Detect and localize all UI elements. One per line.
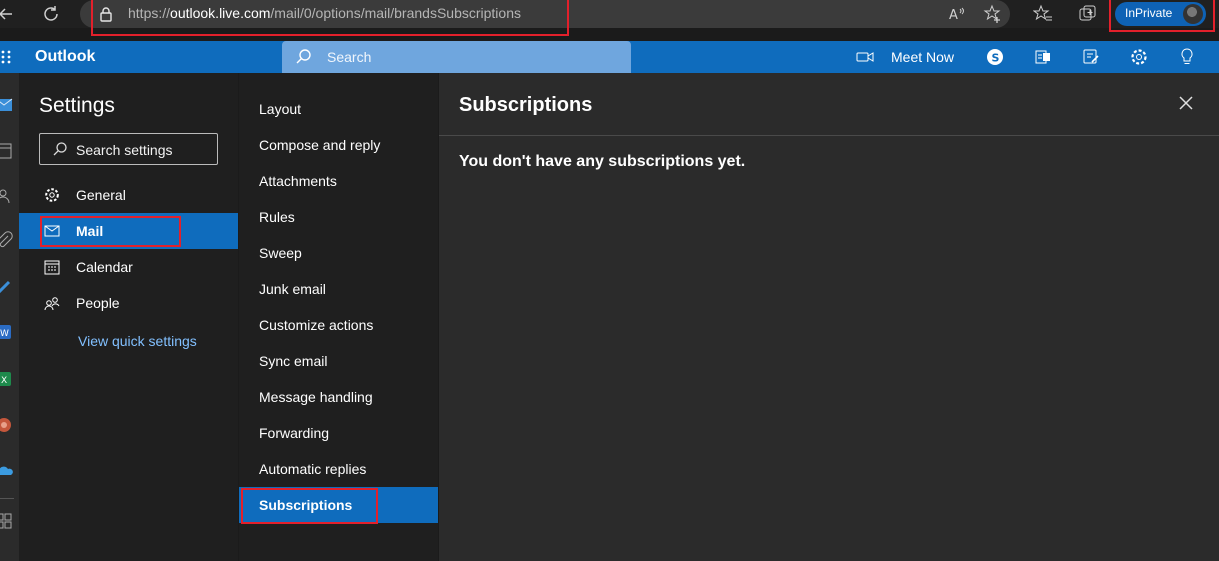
gear-icon[interactable]: [1129, 47, 1149, 67]
read-aloud-icon[interactable]: A: [946, 3, 968, 25]
settings-search-placeholder: Search settings: [76, 142, 173, 158]
subnav-customize-actions[interactable]: Customize actions: [239, 307, 438, 343]
search-input[interactable]: Search: [282, 41, 631, 73]
svg-text:W: W: [0, 329, 9, 339]
onedrive-app-icon[interactable]: [0, 460, 16, 482]
browser-toolbar: https://outlook.live.com/mail/0/options/…: [0, 0, 1219, 36]
subnav-forwarding[interactable]: Forwarding: [239, 415, 438, 451]
waffle-icon[interactable]: [0, 49, 14, 65]
subnav-label: Customize actions: [259, 317, 374, 333]
subnav-label: Automatic replies: [259, 461, 367, 477]
empty-state-message: You don't have any subscriptions yet.: [459, 153, 746, 170]
subnav-rules[interactable]: Rules: [239, 199, 438, 235]
lightbulb-icon[interactable]: [1177, 47, 1197, 67]
favorites-icon[interactable]: [1032, 3, 1054, 25]
search-icon: [52, 141, 68, 162]
nav-label: General: [76, 187, 126, 203]
subnav-label: Junk email: [259, 281, 326, 297]
subnav-label: Attachments: [259, 173, 337, 189]
video-icon[interactable]: [855, 47, 875, 67]
office-icon[interactable]: [1033, 47, 1053, 67]
back-icon[interactable]: [0, 2, 18, 26]
people-icon: [44, 295, 60, 311]
svg-text:S: S: [992, 52, 1000, 65]
subnav-layout[interactable]: Layout: [239, 91, 438, 127]
subnav-attachments[interactable]: Attachments: [239, 163, 438, 199]
subnav-compose-and-reply[interactable]: Compose and reply: [239, 127, 438, 163]
settings-nav-people[interactable]: People: [19, 285, 238, 321]
divider: [439, 135, 1219, 136]
refresh-icon[interactable]: [39, 2, 63, 26]
subnav-sync-email[interactable]: Sync email: [239, 343, 438, 379]
svg-text:X: X: [1, 376, 7, 386]
page-title: Subscriptions: [459, 94, 593, 116]
subnav-label: Rules: [259, 209, 295, 225]
subscriptions-content: Subscriptions You don't have any subscri…: [439, 73, 1219, 561]
search-placeholder: Search: [327, 49, 372, 65]
skype-icon[interactable]: S: [985, 47, 1005, 67]
subnav-message-handling[interactable]: Message handling: [239, 379, 438, 415]
nav-label: Calendar: [76, 259, 133, 275]
feedback-icon[interactable]: [1081, 47, 1101, 67]
subnav-label: Forwarding: [259, 425, 330, 441]
collections-icon[interactable]: [1077, 3, 1099, 25]
highlight-box-subscriptions: [241, 488, 378, 524]
subnav-junk-email[interactable]: Junk email: [239, 271, 438, 307]
calendar-app-icon[interactable]: [0, 140, 16, 162]
view-quick-settings-link[interactable]: View quick settings: [78, 333, 197, 349]
powerpoint-app-icon[interactable]: [0, 414, 16, 436]
rail-divider: [0, 498, 14, 499]
settings-nav-general[interactable]: General: [19, 177, 238, 213]
attachment-app-icon[interactable]: [0, 231, 16, 253]
outlook-header: Outlook Search Meet Now S: [0, 41, 1219, 73]
highlight-box-url: [91, 0, 569, 36]
highlight-box-inprivate: [1109, 0, 1215, 32]
todo-app-icon[interactable]: [0, 276, 16, 298]
settings-title: Settings: [39, 94, 115, 117]
app-rail: W X: [0, 73, 19, 561]
more-apps-icon[interactable]: [0, 510, 16, 532]
mail-settings-nav: Layout Compose and reply Attachments Rul…: [239, 73, 438, 561]
subnav-label: Compose and reply: [259, 137, 381, 153]
settings-nav-calendar[interactable]: Calendar: [19, 249, 238, 285]
word-app-icon[interactable]: W: [0, 321, 16, 343]
meet-now-button[interactable]: Meet Now: [891, 49, 954, 65]
add-favorite-icon[interactable]: [982, 3, 1004, 25]
subnav-sweep[interactable]: Sweep: [239, 235, 438, 271]
excel-app-icon[interactable]: X: [0, 368, 16, 390]
svg-text:A: A: [949, 8, 958, 23]
settings-search-input[interactable]: Search settings: [39, 133, 218, 165]
search-icon: [295, 48, 313, 71]
app-name[interactable]: Outlook: [35, 48, 95, 66]
close-icon[interactable]: [1178, 95, 1194, 111]
calendar-icon: [44, 259, 60, 275]
highlight-box-mail: [40, 216, 181, 247]
mail-app-icon[interactable]: [0, 94, 16, 116]
settings-pane: Settings Search settings General Mail Ca…: [19, 73, 238, 561]
subnav-label: Message handling: [259, 389, 373, 405]
people-app-icon[interactable]: [0, 185, 16, 207]
nav-label: People: [76, 295, 120, 311]
subnav-label: Sync email: [259, 353, 328, 369]
subnav-automatic-replies[interactable]: Automatic replies: [239, 451, 438, 487]
subnav-label: Layout: [259, 101, 302, 117]
gear-icon: [44, 187, 60, 203]
subnav-label: Sweep: [259, 245, 302, 261]
